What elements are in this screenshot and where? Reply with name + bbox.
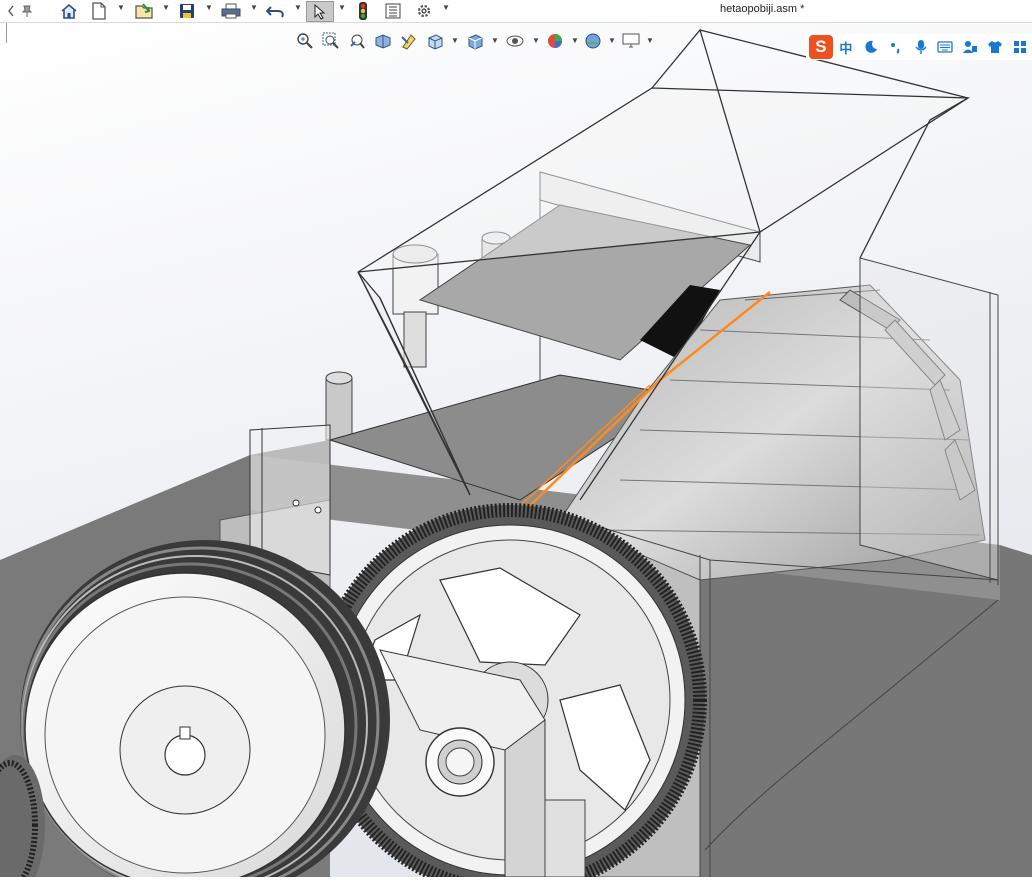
keyboard-icon[interactable] [933,35,957,59]
user-settings-icon[interactable] [958,35,982,59]
view-settings-icon[interactable] [620,30,642,52]
display-style-dropdown-icon[interactable]: ▼ [491,36,499,45]
collapse-arrow-icon[interactable] [4,1,18,20]
heads-up-view-toolbar: ▼ ▼ ▼ ▼ ▼ ▼ [294,30,654,52]
dynamic-annotation-view-icon[interactable] [398,30,420,52]
print-dropdown-icon[interactable]: ▼ [250,3,258,12]
appearance-dropdown-icon[interactable]: ▼ [571,36,579,45]
home-icon[interactable] [58,1,80,20]
edit-appearance-icon[interactable] [544,30,566,52]
rebuild-traffic-light-icon[interactable] [352,1,374,20]
command-manager-bar: ▼ ▼ ▼ ▼ ▼ ▼ ▼ hetaopobiji.asm * [0,0,1032,23]
undo-icon[interactable] [264,1,288,20]
new-document-icon[interactable] [88,1,110,20]
language-toggle[interactable]: 中 [834,35,858,59]
toolbox-grid-icon[interactable] [1008,35,1032,59]
options-gear-icon[interactable] [412,1,436,20]
sogou-logo-icon[interactable]: S [809,35,833,59]
ime-toolbar: S 中 [806,34,1032,60]
view-orientation-icon[interactable] [424,30,446,52]
options-dropdown-icon[interactable]: ▼ [442,3,450,12]
feature-tree-edge[interactable] [0,23,7,43]
punctuation-icon[interactable] [884,35,908,59]
view-orientation-dropdown-icon[interactable]: ▼ [451,36,459,45]
graphics-area[interactable] [0,22,1032,882]
select-arrow-icon[interactable] [306,1,334,22]
save-icon[interactable] [176,1,198,20]
half-width-moon-icon[interactable] [859,35,883,59]
open-dropdown-icon[interactable]: ▼ [162,3,170,12]
skin-shirt-icon[interactable] [983,35,1007,59]
undo-dropdown-icon[interactable]: ▼ [294,3,302,12]
zoom-to-area-icon[interactable] [320,30,342,52]
previous-view-icon[interactable] [346,30,368,52]
document-title: hetaopobiji.asm * [720,3,805,15]
gear-hub-lower [544,799,586,878]
display-style-icon[interactable] [464,30,486,52]
hide-show-dropdown-icon[interactable]: ▼ [532,36,540,45]
hide-show-items-icon[interactable] [504,30,526,52]
open-document-icon[interactable] [132,1,156,20]
save-dropdown-icon[interactable]: ▼ [205,3,213,12]
view-settings-dropdown-icon[interactable]: ▼ [646,36,654,45]
select-dropdown-icon[interactable]: ▼ [338,3,346,12]
scene-dropdown-icon[interactable]: ▼ [608,36,616,45]
file-properties-icon[interactable] [382,1,404,20]
apply-scene-icon[interactable] [582,30,604,52]
zoom-to-fit-icon[interactable] [294,30,316,52]
new-dropdown-icon[interactable]: ▼ [117,3,125,12]
section-view-icon[interactable] [372,30,394,52]
print-icon[interactable] [219,1,243,20]
pin-icon[interactable] [18,1,36,20]
microphone-icon[interactable] [909,35,933,59]
